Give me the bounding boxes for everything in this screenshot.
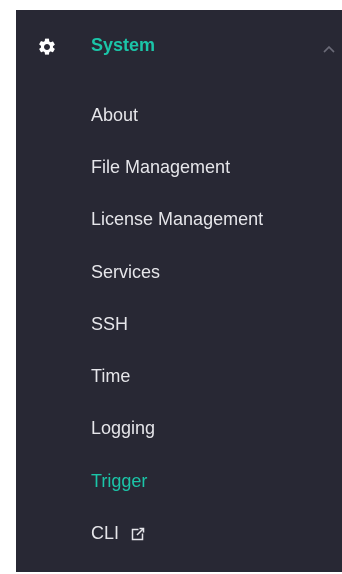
section-title: System: [91, 35, 156, 55]
sidebar-item-ssh[interactable]: SSH: [16, 298, 342, 350]
sidebar-item-logging[interactable]: Logging: [16, 403, 342, 455]
sidebar-item-label: Services: [91, 261, 161, 282]
sidebar-item-services[interactable]: Services: [16, 246, 342, 298]
sidebar-item-label: Trigger: [91, 470, 148, 491]
sidebar-item-label: CLI: [91, 523, 120, 544]
sidebar-item-about[interactable]: About: [16, 89, 342, 141]
sidebar-item-license-management[interactable]: License Management: [16, 194, 342, 246]
sidebar-item-label: File Management: [91, 156, 231, 177]
sidebar-item-label: License Management: [91, 209, 264, 230]
sidebar-item-label: Logging: [91, 418, 156, 439]
sidebar-item-time[interactable]: Time: [16, 350, 342, 402]
sidebar-item-label: SSH: [91, 313, 129, 334]
chevron-up-icon[interactable]: [322, 44, 336, 54]
sidebar-item-file-management[interactable]: File Management: [16, 141, 342, 193]
sidebar-item-label: About: [91, 104, 139, 125]
external-link-icon: [131, 526, 146, 540]
sidebar-item-cli[interactable]: CLI: [16, 507, 342, 559]
gear-icon: [39, 38, 55, 55]
section-header-system[interactable]: System: [16, 10, 342, 82]
sidebar-item-label: Time: [91, 366, 131, 387]
sidebar-item-trigger[interactable]: Trigger: [16, 455, 342, 507]
system-submenu: About File Management License Management…: [16, 89, 342, 560]
sidebar: System About File Management License Man…: [16, 10, 342, 572]
